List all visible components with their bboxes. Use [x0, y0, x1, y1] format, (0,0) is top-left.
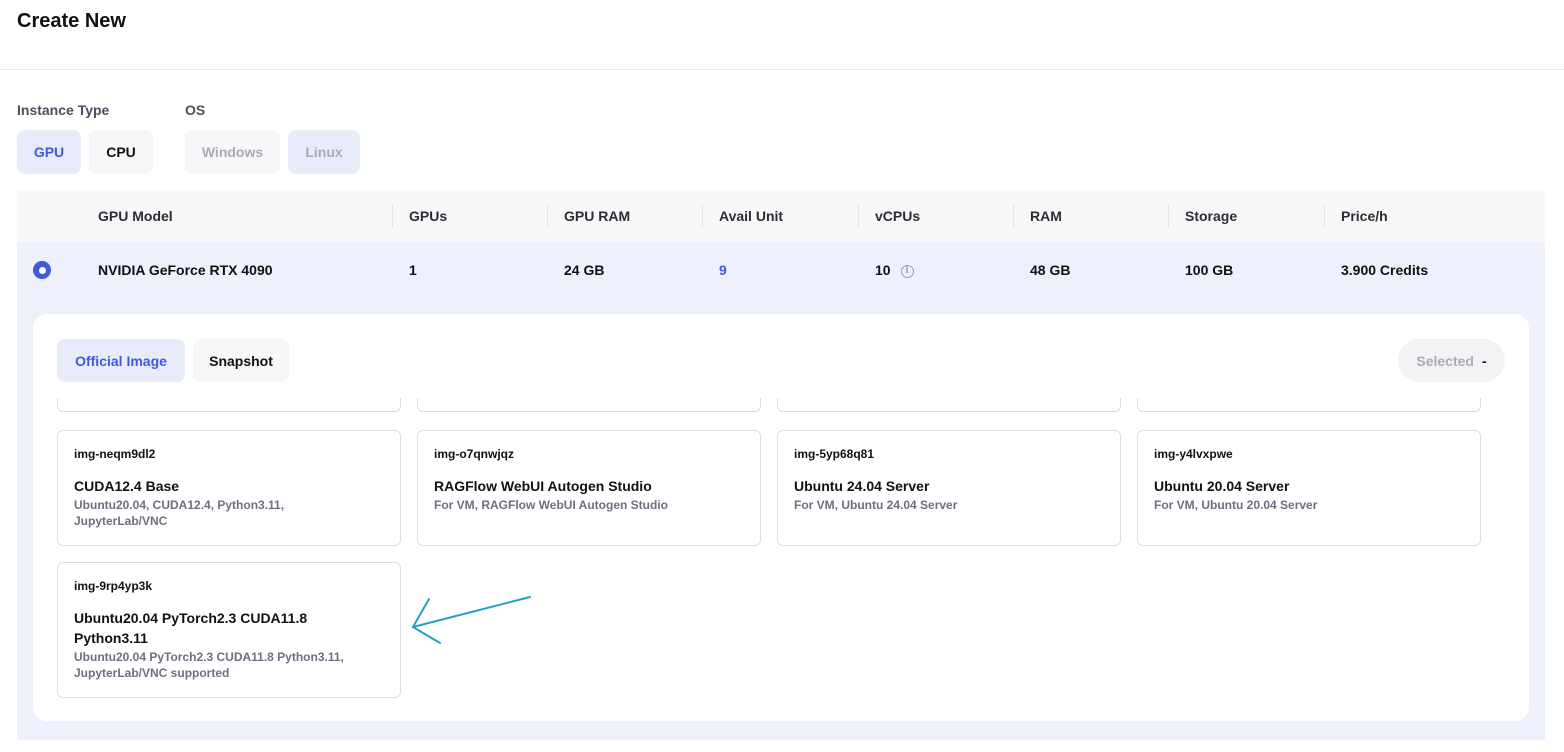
radio-selected-icon[interactable]	[33, 261, 51, 279]
image-card-title: Ubuntu 24.04 Server	[794, 478, 930, 494]
column-gpu-model: GPU Model	[98, 208, 173, 224]
column-divider	[1013, 204, 1014, 228]
tab-snapshot[interactable]: Snapshot	[193, 339, 289, 382]
image-card-id: img-9rp4yp3k	[74, 579, 153, 593]
image-card-partial[interactable]	[777, 398, 1121, 412]
column-divider	[1168, 204, 1169, 228]
column-price: Price/h	[1341, 208, 1388, 224]
image-card-title: CUDA12.4 Base	[74, 478, 180, 494]
table-row[interactable]: NVIDIA GeForce RTX 4090 1 24 GB 9 10 i 48…	[17, 242, 1545, 298]
cell-gpu-model: NVIDIA GeForce RTX 4090	[98, 262, 273, 278]
image-card-description: Ubuntu20.04, CUDA12.4, Python3.11, Jupyt…	[74, 498, 285, 528]
cell-gpus: 1	[409, 262, 417, 278]
image-card-description: For VM, RAGFlow WebUI Autogen Studio	[434, 498, 668, 512]
gpu-table: GPU Model GPUs GPU RAM Avail Unit vCPUs …	[17, 190, 1545, 740]
info-icon[interactable]: i	[900, 264, 914, 278]
image-card-partial[interactable]	[57, 398, 401, 412]
os-linux-button[interactable]: Linux	[288, 130, 360, 174]
image-card-list[interactable]: img-neqm9dl2 CUDA12.4 Base Ubuntu20.04, …	[33, 398, 1529, 721]
table-header: GPU Model GPUs GPU RAM Avail Unit vCPUs …	[17, 190, 1545, 242]
column-ram: RAM	[1030, 208, 1062, 224]
image-card-id: img-y4lvxpwe	[1154, 447, 1233, 461]
image-card[interactable]: img-y4lvxpwe Ubuntu 20.04 Server For VM,…	[1137, 430, 1481, 546]
image-card-id: img-o7qnwjqz	[434, 447, 514, 461]
image-card-title: RAGFlow WebUI Autogen Studio	[434, 478, 652, 494]
os-windows-button[interactable]: Windows	[185, 130, 280, 174]
cell-price: 3.900 Credits	[1341, 262, 1429, 278]
cell-avail-unit: 9	[719, 262, 727, 278]
image-panel: Official Image Snapshot Selected - img-n…	[33, 314, 1529, 721]
instance-type-label: Instance Type	[17, 102, 110, 118]
cell-vcpus: 10 i	[875, 242, 914, 298]
image-card[interactable]: img-o7qnwjqz RAGFlow WebUI Autogen Studi…	[417, 430, 761, 546]
column-divider	[547, 204, 548, 228]
cell-ram: 48 GB	[1030, 262, 1071, 278]
column-divider	[392, 204, 393, 228]
image-card[interactable]: img-9rp4yp3k Ubuntu20.04 PyTorch2.3 CUDA…	[57, 562, 401, 698]
image-card[interactable]: img-neqm9dl2 CUDA12.4 Base Ubuntu20.04, …	[57, 430, 401, 546]
column-storage: Storage	[1185, 208, 1238, 224]
image-card-description: For VM, Ubuntu 20.04 Server	[1154, 498, 1318, 512]
create-new-page: Create New Instance Type OS GPU CPU Wind…	[0, 0, 1564, 752]
selected-indicator: Selected -	[1398, 339, 1505, 382]
tab-official-image[interactable]: Official Image	[57, 339, 185, 382]
image-card-id: img-5yp68q81	[794, 447, 875, 461]
annotation-arrow-icon	[412, 596, 531, 644]
image-card-title: Ubuntu 20.04 Server	[1154, 478, 1290, 494]
selected-label: Selected	[1416, 352, 1474, 369]
os-label: OS	[185, 102, 206, 118]
cell-vcpus-value: 10	[875, 262, 891, 278]
image-card-partial[interactable]	[1137, 398, 1481, 412]
image-card-description: For VM, Ubuntu 24.04 Server	[794, 498, 958, 512]
column-divider	[858, 204, 859, 228]
image-card-partial[interactable]	[417, 398, 761, 412]
column-divider	[702, 204, 703, 228]
instance-type-gpu-button[interactable]: GPU	[17, 130, 81, 174]
page-header: Create New	[0, 0, 1564, 70]
image-card-id: img-neqm9dl2	[74, 447, 156, 461]
cell-gpu-ram: 24 GB	[564, 262, 605, 278]
instance-type-cpu-button[interactable]: CPU	[89, 130, 153, 174]
image-card[interactable]: img-5yp68q81 Ubuntu 24.04 Server For VM,…	[777, 430, 1121, 546]
column-divider	[1324, 204, 1325, 228]
column-vcpus: vCPUs	[875, 208, 921, 224]
selected-value: -	[1481, 352, 1487, 369]
cell-storage: 100 GB	[1185, 262, 1234, 278]
image-card-description: Ubuntu20.04 PyTorch2.3 CUDA11.8 Python3.…	[74, 650, 344, 680]
column-avail-unit: Avail Unit	[719, 208, 784, 224]
image-card-title: Ubuntu20.04 PyTorch2.3 CUDA11.8 Python3.…	[74, 610, 308, 646]
column-gpu-ram: GPU RAM	[564, 208, 631, 224]
page-title: Create New	[17, 10, 126, 32]
column-gpus: GPUs	[409, 208, 448, 224]
